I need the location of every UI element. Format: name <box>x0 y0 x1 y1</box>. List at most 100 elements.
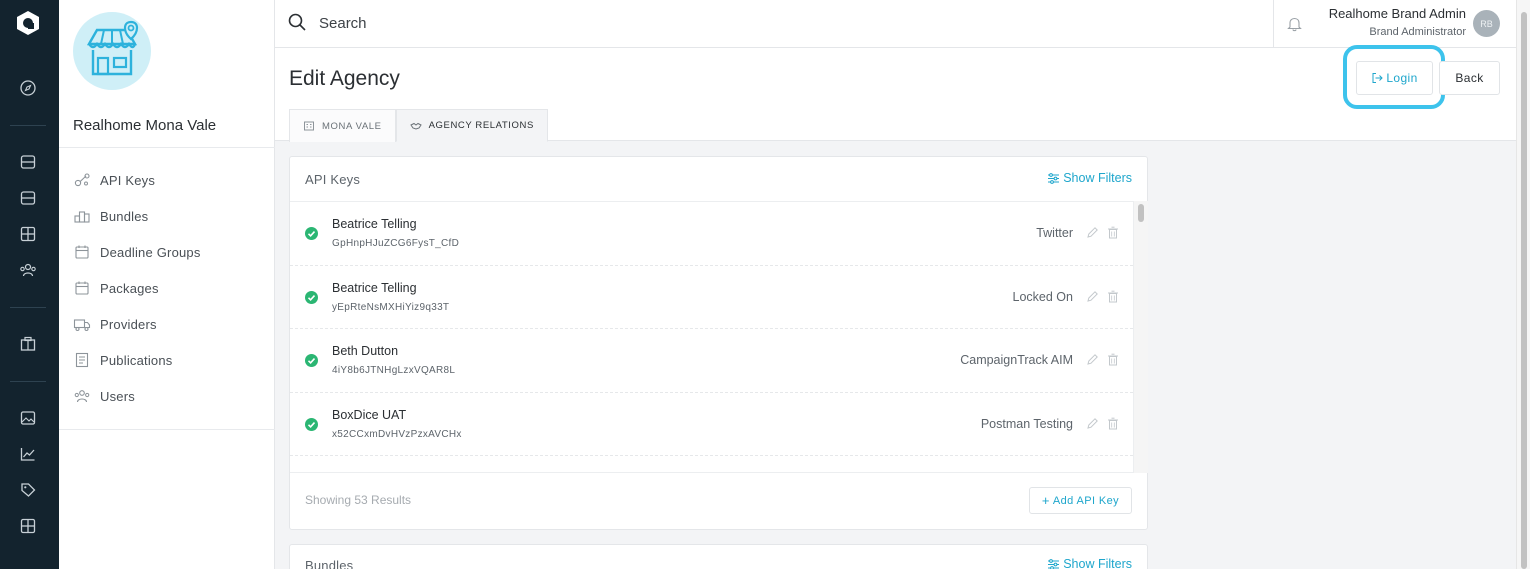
tab-label: MONA VALE <box>322 120 382 132</box>
plus-icon: + <box>1041 493 1050 508</box>
building-icon <box>304 121 314 131</box>
pencil-icon[interactable] <box>1086 226 1099 239</box>
agency-avatar <box>73 12 151 90</box>
trash-icon[interactable] <box>1107 290 1119 303</box>
tab-label: AGENCY RELATIONS <box>428 120 534 131</box>
avatar[interactable]: RB <box>1473 10 1500 37</box>
provider-name: Locked On <box>1012 289 1073 304</box>
brand-logo-icon[interactable] <box>15 10 41 36</box>
handshake-icon <box>409 122 422 130</box>
tab-agency-relations[interactable]: AGENCY RELATIONS <box>395 109 548 142</box>
api-keys-card: API Keys Show Filters Beatrice Telling G… <box>289 156 1148 530</box>
sidebar-item-label: Packages <box>100 280 159 296</box>
api-key-value: GpHnpHJuZCG6FysT_CfD <box>332 238 460 249</box>
card-title: API Keys <box>305 172 361 187</box>
buildings-icon[interactable] <box>19 335 37 353</box>
sidebar-item-deadline-groups[interactable]: Deadline Groups <box>59 234 275 270</box>
filters-label: Show Filters <box>1063 171 1132 185</box>
table-row[interactable]: Beatrice Telling GpHnpHJuZCG6FysT_CfD Tw… <box>290 202 1133 266</box>
results-count: Showing 53 Results <box>305 493 412 507</box>
sidebar-item-label: Users <box>100 388 135 404</box>
active-check-icon <box>305 227 318 240</box>
sliders-icon <box>1048 558 1060 569</box>
api-key-value: x52CCxmDvHVzPzxAVCHx <box>332 428 462 440</box>
pencil-icon[interactable] <box>1086 353 1099 366</box>
page-title: Edit Agency <box>289 67 400 90</box>
key-owner-name: BoxDice UAT <box>332 407 407 422</box>
active-check-icon <box>305 417 318 431</box>
line-chart-icon[interactable] <box>19 445 37 463</box>
pencil-icon[interactable] <box>1086 417 1099 430</box>
document-icon <box>75 352 89 368</box>
key-owner-name: Beatrice Telling <box>332 280 417 295</box>
login-label: Login <box>1386 71 1418 85</box>
rail-divider <box>10 307 46 308</box>
sidebar-item-bundles[interactable]: Bundles <box>59 198 275 234</box>
agency-sidebar: Realhome Mona Vale API Keys Bundles Dead… <box>59 0 275 569</box>
provider-name: Twitter <box>1036 226 1073 240</box>
login-button[interactable]: Login <box>1356 61 1433 95</box>
card-title: Bundles <box>305 558 354 569</box>
agency-tabs: MONA VALE AGENCY RELATIONS <box>289 109 548 142</box>
rail-divider <box>10 125 46 126</box>
sidebar-item-api-keys[interactable]: API Keys <box>59 162 275 198</box>
trash-icon[interactable] <box>1107 417 1119 430</box>
grid-icon[interactable] <box>19 225 37 243</box>
api-key-value: 4iY8b6JTNHgLzxVQAR8L <box>332 365 456 376</box>
user-name[interactable]: Realhome Brand Admin <box>1329 6 1466 21</box>
api-keys-list: Beatrice Telling GpHnpHJuZCG6FysT_CfD Tw… <box>290 201 1133 473</box>
storefront-icon <box>86 20 139 76</box>
search-icon <box>288 13 306 31</box>
notifications-button[interactable] <box>1273 0 1315 47</box>
show-filters-button[interactable]: Show Filters <box>1047 557 1132 569</box>
sidebar-item-label: Deadline Groups <box>100 244 201 260</box>
list-scrollbar[interactable] <box>1133 201 1148 473</box>
trash-icon[interactable] <box>1107 353 1119 366</box>
add-api-key-button[interactable]: + Add API Key <box>1029 487 1132 514</box>
users-icon <box>74 390 90 403</box>
sidebar-item-publications[interactable]: Publications <box>59 342 275 378</box>
compass-icon[interactable] <box>19 79 37 97</box>
api-key-value: yEpRteNsMXHiYiz9q33T <box>332 301 450 313</box>
database-icon[interactable] <box>19 153 37 171</box>
key-icon <box>74 173 90 187</box>
page-header: Edit Agency MONA VALE AGENCY RELATIONS L… <box>275 45 1516 142</box>
search-input[interactable] <box>319 10 919 36</box>
show-filters-button[interactable]: Show Filters <box>1047 171 1132 185</box>
trash-icon[interactable] <box>1107 226 1119 239</box>
sidebar-item-packages[interactable]: Packages <box>59 270 275 306</box>
sidebar-item-label: Bundles <box>100 208 149 224</box>
people-icon[interactable] <box>19 261 37 279</box>
table-icon[interactable] <box>19 517 37 535</box>
page-scrollbar[interactable] <box>1516 0 1530 569</box>
filters-label: Show Filters <box>1063 557 1132 569</box>
rail-divider <box>10 381 46 382</box>
sidebar-item-users[interactable]: Users <box>59 378 275 414</box>
archive-icon[interactable] <box>19 189 37 207</box>
key-owner-name: Beatrice Telling <box>332 217 417 231</box>
sidebar-item-providers[interactable]: Providers <box>59 306 275 342</box>
scrollbar-thumb[interactable] <box>1521 12 1527 569</box>
package-icon <box>75 281 89 295</box>
truck-icon <box>73 319 91 332</box>
table-row[interactable]: BoxDice UAT x52CCxmDvHVzPzxAVCHx Postman… <box>290 393 1133 456</box>
back-label: Back <box>1455 71 1484 85</box>
table-row[interactable]: Beatrice Telling yEpRteNsMXHiYiz9q33T Lo… <box>290 266 1133 329</box>
pencil-icon[interactable] <box>1086 290 1099 303</box>
back-button[interactable]: Back <box>1439 61 1500 95</box>
provider-name: CampaignTrack AIM <box>960 353 1073 367</box>
tag-icon[interactable] <box>19 481 37 499</box>
sliders-icon <box>1048 172 1060 184</box>
sidebar-item-label: Publications <box>100 352 173 368</box>
scrollbar-thumb[interactable] <box>1138 204 1144 222</box>
tab-mona-vale[interactable]: MONA VALE <box>289 109 396 142</box>
add-label: Add API Key <box>1052 494 1120 507</box>
table-row[interactable]: Beth Dutton 4iY8b6JTNHgLzxVQAR8L Campaig… <box>290 329 1133 393</box>
active-check-icon <box>305 290 318 304</box>
image-icon[interactable] <box>19 409 37 427</box>
key-owner-name: Beth Dutton <box>332 344 399 358</box>
top-bar: Realhome Brand Admin Brand Administrator… <box>275 0 1516 48</box>
active-check-icon <box>305 354 318 367</box>
bell-icon <box>1287 17 1302 31</box>
app-rail <box>0 0 59 569</box>
